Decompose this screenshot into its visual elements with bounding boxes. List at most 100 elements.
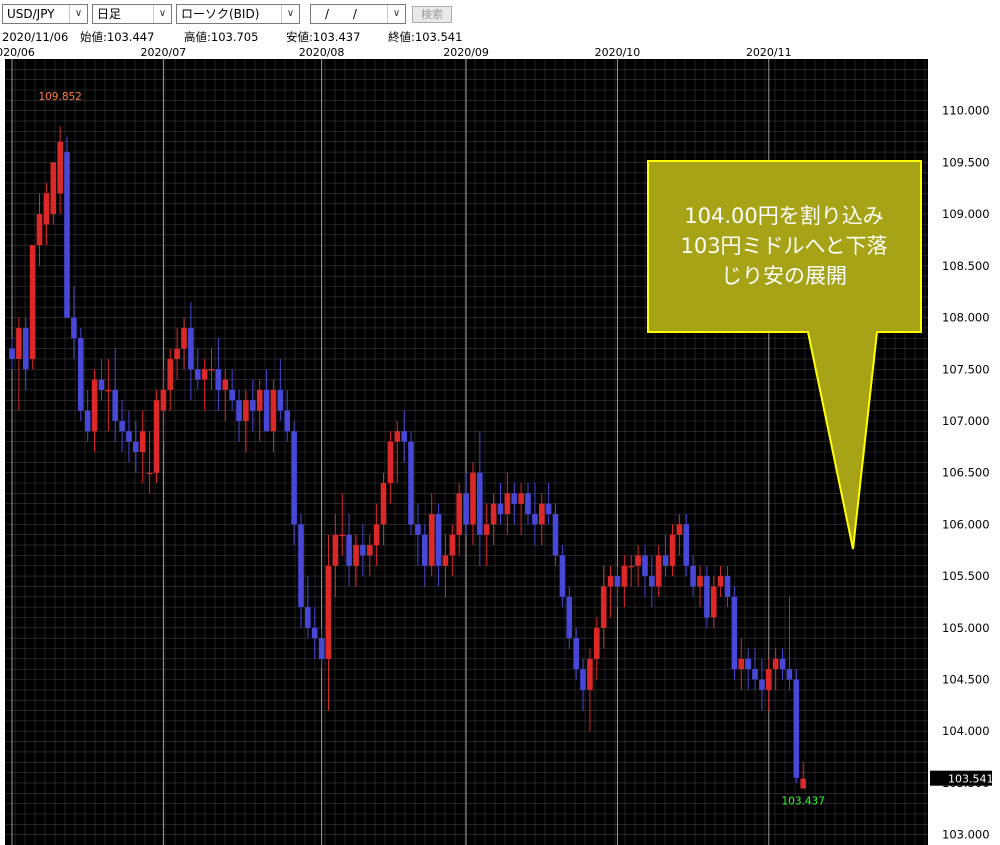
candle-body bbox=[78, 338, 84, 411]
candle-body bbox=[305, 607, 311, 628]
candle-body bbox=[353, 545, 359, 566]
candle-body bbox=[697, 576, 703, 587]
candle-body bbox=[270, 389, 277, 432]
candle-body bbox=[367, 545, 373, 556]
candle-body bbox=[325, 565, 332, 659]
chevron-down-icon[interactable]: ∨ bbox=[387, 5, 405, 23]
candle-body bbox=[188, 327, 194, 370]
candlestick-chart[interactable]: 2020/06 2020/07 2020/08 2020/09 2020/10 2020/… bbox=[0, 45, 1000, 845]
candle-body bbox=[167, 358, 173, 390]
candle-body bbox=[724, 576, 731, 597]
candle-body bbox=[373, 524, 380, 546]
candle-body bbox=[229, 389, 235, 401]
candle-body bbox=[490, 503, 497, 525]
candle-body bbox=[649, 576, 655, 587]
symbol-select-value: USD/JPY bbox=[7, 7, 55, 21]
candle-body bbox=[415, 524, 421, 535]
symbol-select[interactable]: USD/JPY ∨ bbox=[2, 4, 88, 24]
y-tick-label: 109.000 bbox=[942, 207, 990, 221]
candle-body bbox=[559, 555, 566, 597]
candle-body bbox=[119, 421, 125, 432]
chart-kind-select-value: ローソク(BID) bbox=[181, 7, 260, 21]
candle-body bbox=[635, 555, 641, 566]
ohlc-close: 終値:103.541 bbox=[388, 30, 463, 44]
candle-body bbox=[126, 431, 132, 442]
callout-line-2: 103円ミドルへと下落 bbox=[680, 234, 887, 258]
candle-body bbox=[532, 514, 538, 525]
candle-body bbox=[628, 565, 634, 568]
candle-body bbox=[201, 369, 208, 380]
chevron-down-icon[interactable]: ∨ bbox=[153, 5, 171, 23]
candle-body bbox=[642, 555, 648, 577]
candle-body bbox=[690, 565, 696, 587]
ohlc-open: 始値:103.447 bbox=[80, 30, 155, 44]
ohlc-low: 安値:103.437 bbox=[286, 30, 361, 44]
candle-body bbox=[600, 586, 607, 628]
candle-body bbox=[222, 379, 229, 390]
timeframe-select-value: 日足 bbox=[97, 7, 122, 21]
candle-body bbox=[215, 369, 222, 390]
candle-body bbox=[346, 534, 352, 566]
search-button[interactable]: 検索 bbox=[412, 6, 452, 23]
candle-body bbox=[676, 524, 683, 535]
candle-body bbox=[380, 483, 387, 525]
candle-body bbox=[29, 245, 36, 359]
candle-body bbox=[36, 214, 43, 246]
date-input[interactable]: / / ∨ bbox=[310, 4, 406, 24]
y-tick-label: 105.500 bbox=[942, 569, 990, 583]
candle-body bbox=[250, 400, 256, 411]
month-label: 2020/07 bbox=[141, 46, 187, 59]
candle-body bbox=[339, 534, 345, 537]
candle-body bbox=[470, 472, 476, 525]
candle-body bbox=[277, 389, 284, 411]
candle-body bbox=[332, 534, 339, 566]
candle-body bbox=[752, 669, 758, 680]
candle-body bbox=[518, 493, 524, 504]
chevron-down-icon[interactable]: ∨ bbox=[69, 5, 87, 23]
callout-line-1: 104.00円を割り込み bbox=[684, 204, 883, 228]
candle-body bbox=[401, 431, 407, 442]
candle-body bbox=[655, 555, 662, 587]
candle-body bbox=[779, 658, 786, 670]
candle-body bbox=[139, 431, 146, 452]
candle-body bbox=[50, 162, 57, 215]
candle-body bbox=[704, 576, 710, 618]
y-tick-label: 104.500 bbox=[942, 673, 990, 687]
candle-body bbox=[422, 534, 428, 566]
candle-body bbox=[311, 627, 318, 639]
candle-body bbox=[614, 576, 621, 587]
candle-body bbox=[594, 627, 600, 659]
current-price-label: 103.541 bbox=[948, 773, 994, 786]
y-tick-label: 106.000 bbox=[942, 517, 990, 531]
candle-body bbox=[683, 524, 689, 566]
y-tick-label: 107.500 bbox=[942, 362, 990, 376]
candle-body bbox=[112, 389, 118, 421]
candle-body bbox=[545, 503, 552, 514]
candle-body bbox=[84, 410, 91, 432]
candle-body bbox=[360, 545, 366, 556]
timeframe-select[interactable]: 日足 ∨ bbox=[92, 4, 172, 24]
candle-body bbox=[587, 658, 593, 690]
candle-body bbox=[195, 369, 201, 380]
y-tick-label: 108.000 bbox=[942, 311, 990, 325]
candle-body bbox=[793, 679, 800, 778]
y-tick-label: 107.000 bbox=[942, 414, 990, 428]
y-tick-label: 105.000 bbox=[942, 621, 990, 635]
candle-body bbox=[731, 596, 738, 670]
candle-body bbox=[318, 638, 325, 659]
chevron-down-icon[interactable]: ∨ bbox=[281, 5, 299, 23]
ohlc-date: 2020/11/06 bbox=[2, 30, 69, 44]
low-price-label: 103.437 bbox=[781, 796, 824, 808]
candle-body bbox=[105, 389, 112, 392]
candle-body bbox=[291, 431, 297, 525]
candle-body bbox=[9, 348, 15, 359]
candle-body bbox=[243, 400, 249, 421]
candle-body bbox=[57, 141, 63, 194]
candle-body bbox=[800, 778, 806, 789]
candle-body bbox=[552, 514, 559, 556]
candle-body bbox=[566, 596, 573, 639]
candle-body bbox=[449, 534, 456, 556]
candle-body bbox=[146, 472, 153, 475]
chart-kind-select[interactable]: ローソク(BID) ∨ bbox=[176, 4, 300, 24]
candle-body bbox=[394, 431, 401, 442]
